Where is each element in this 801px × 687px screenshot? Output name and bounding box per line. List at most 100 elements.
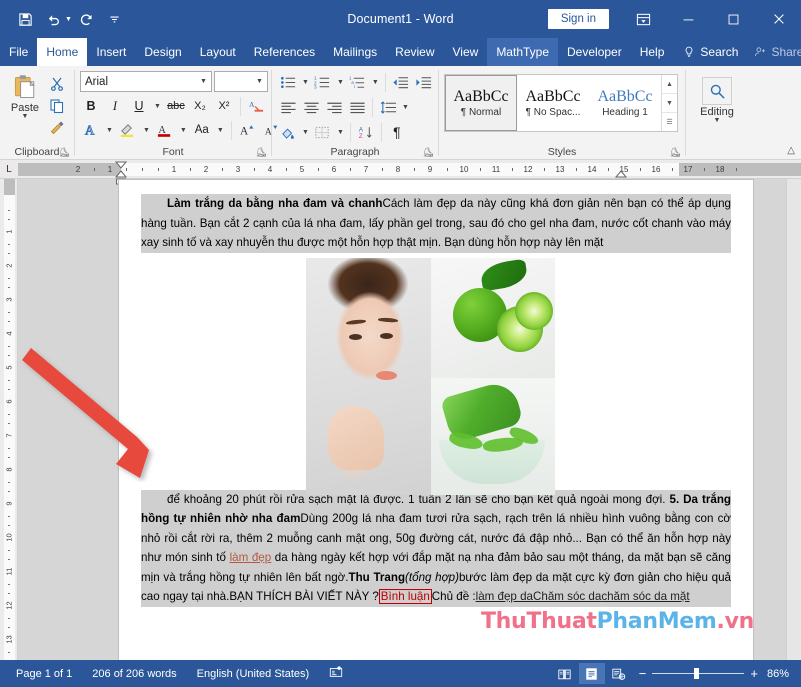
tab-mathtype[interactable]: MathType <box>487 38 558 66</box>
link-lam-dep-da[interactable]: làm đẹp da <box>476 590 533 603</box>
change-case-button[interactable]: Aa <box>191 119 213 141</box>
font-size-combobox[interactable]: ▼ <box>214 71 268 92</box>
styles-dialog-launcher-icon[interactable]: ⛸ <box>670 147 681 158</box>
gallery-scroll-down-icon[interactable]: ▼ <box>662 93 677 112</box>
bullets-button[interactable] <box>277 71 299 93</box>
vertical-scrollbar[interactable] <box>786 179 801 660</box>
multilevel-list-button[interactable]: 1ai <box>347 71 369 93</box>
highlight-dropdown-icon[interactable]: ▼ <box>141 127 152 134</box>
grow-font-button[interactable]: A <box>237 119 259 141</box>
tab-mailings[interactable]: Mailings <box>324 38 386 66</box>
decrease-indent-button[interactable] <box>390 71 412 93</box>
collapse-ribbon-icon[interactable]: △ <box>787 145 795 156</box>
editing-button[interactable]: Editing ▼ <box>691 75 743 124</box>
bold-button[interactable]: B <box>80 95 102 117</box>
font-name-dropdown-icon[interactable]: ▼ <box>196 78 211 85</box>
text-highlight-color-button[interactable] <box>117 119 139 141</box>
horizontal-ruler-strip[interactable]: 2 1 1 2 3 4 5 6 7 8 9 10 11 12 13 14 15 <box>18 160 801 178</box>
cut-button[interactable] <box>45 73 69 94</box>
proofing-errors-icon[interactable] <box>319 665 353 682</box>
document-page[interactable]: Làm trắng da bằng nha đam và chanhCách l… <box>119 180 753 660</box>
paste-button[interactable]: Paste ▼ <box>5 71 45 120</box>
clipboard-dialog-launcher-icon[interactable]: ⛸ <box>59 147 70 158</box>
tab-home[interactable]: Home <box>37 38 87 66</box>
bullets-dropdown-icon[interactable]: ▼ <box>300 79 311 86</box>
style-normal[interactable]: AaBbCc ¶ Normal <box>445 75 517 131</box>
strikethrough-button[interactable]: abc <box>165 95 187 117</box>
change-case-dropdown-icon[interactable]: ▼ <box>215 127 226 134</box>
redo-icon[interactable] <box>74 6 100 32</box>
tab-design[interactable]: Design <box>135 38 190 66</box>
numbering-button[interactable]: 123 <box>312 71 334 93</box>
shading-button[interactable] <box>277 121 299 143</box>
align-left-button[interactable] <box>277 96 299 118</box>
gallery-more-icon[interactable]: ☰ <box>662 112 677 131</box>
tab-view[interactable]: View <box>444 38 488 66</box>
word-count-status[interactable]: 206 of 206 words <box>82 668 186 680</box>
tab-references[interactable]: References <box>245 38 324 66</box>
paste-dropdown-icon[interactable]: ▼ <box>22 114 29 120</box>
sign-in-button[interactable]: Sign in <box>548 9 609 29</box>
web-layout-view-button[interactable] <box>606 663 632 684</box>
zoom-thumb[interactable] <box>694 668 699 679</box>
shading-dropdown-icon[interactable]: ▼ <box>300 129 311 136</box>
print-layout-view-button[interactable] <box>579 663 605 684</box>
maximize-icon[interactable] <box>711 0 756 38</box>
paragraph-1[interactable]: Làm trắng da bằng nha đam và chanhCách l… <box>141 194 731 253</box>
editing-dropdown-icon[interactable]: ▼ <box>714 118 721 124</box>
link-cham-soc-da-mat[interactable]: chăm sóc da mặt <box>601 590 689 603</box>
style-no-spacing[interactable]: AaBbCc ¶ No Spac... <box>517 75 589 131</box>
font-size-dropdown-icon[interactable]: ▼ <box>252 78 267 85</box>
text-effects-button[interactable]: A <box>80 119 102 141</box>
copy-button[interactable] <box>45 95 69 116</box>
zoom-slider[interactable]: − + <box>633 669 764 679</box>
tab-file[interactable]: File <box>0 38 37 66</box>
zoom-level-value[interactable]: 86% <box>765 668 795 680</box>
language-status[interactable]: English (United States) <box>187 668 320 680</box>
gallery-scroll-up-icon[interactable]: ▲ <box>662 75 677 93</box>
show-formatting-marks-button[interactable]: ¶ <box>386 121 408 143</box>
style-heading-1[interactable]: AaBbCc Heading 1 <box>589 75 661 131</box>
numbering-dropdown-icon[interactable]: ▼ <box>335 79 346 86</box>
paragraph-2[interactable]: để khoảng 20 phút rồi rửa sạch mặt là đư… <box>141 490 731 607</box>
justify-button[interactable] <box>346 96 368 118</box>
close-icon[interactable] <box>756 0 801 38</box>
zoom-track[interactable] <box>652 673 744 674</box>
ribbon-display-options-icon[interactable] <box>621 0 666 38</box>
borders-dropdown-icon[interactable]: ▼ <box>335 129 346 136</box>
paragraph-dialog-launcher-icon[interactable]: ⛸ <box>423 147 434 158</box>
font-dialog-launcher-icon[interactable]: ⛸ <box>256 147 267 158</box>
font-color-button[interactable]: A <box>154 119 176 141</box>
tab-developer[interactable]: Developer <box>558 38 631 66</box>
share-button[interactable]: Share <box>748 45 801 59</box>
tab-help[interactable]: Help <box>631 38 674 66</box>
comment-badge[interactable]: Bình luận <box>379 589 432 604</box>
line-spacing-button[interactable] <box>377 96 399 118</box>
underline-button[interactable]: U <box>128 95 150 117</box>
undo-icon[interactable] <box>40 6 66 32</box>
page-number-status[interactable]: Page 1 of 1 <box>6 668 82 680</box>
save-icon[interactable] <box>12 6 38 32</box>
link-lam-dep[interactable]: làm đẹp <box>230 551 272 564</box>
multilevel-dropdown-icon[interactable]: ▼ <box>370 79 381 86</box>
search-box[interactable]: Search <box>673 45 748 59</box>
format-painter-button[interactable] <box>45 117 69 138</box>
clear-formatting-button[interactable]: A <box>246 95 268 117</box>
undo-dropdown-icon[interactable]: ▼ <box>65 16 72 23</box>
link-cham-soc-da[interactable]: Chăm sóc da <box>533 590 601 603</box>
tab-review[interactable]: Review <box>386 38 443 66</box>
italic-button[interactable]: I <box>104 95 126 117</box>
zoom-in-button[interactable]: + <box>750 669 758 679</box>
read-mode-view-button[interactable] <box>552 663 578 684</box>
sort-button[interactable]: AZ <box>355 121 377 143</box>
center-button[interactable] <box>300 96 322 118</box>
borders-button[interactable] <box>312 121 334 143</box>
tab-insert[interactable]: Insert <box>87 38 135 66</box>
text-effects-dropdown-icon[interactable]: ▼ <box>104 127 115 134</box>
superscript-button[interactable]: X² <box>213 95 235 117</box>
tab-stop-selector[interactable]: L <box>0 160 18 178</box>
font-name-combobox[interactable]: Arial ▼ <box>80 71 212 92</box>
align-right-button[interactable] <box>323 96 345 118</box>
underline-dropdown-icon[interactable]: ▼ <box>152 103 163 110</box>
tab-layout[interactable]: Layout <box>191 38 245 66</box>
